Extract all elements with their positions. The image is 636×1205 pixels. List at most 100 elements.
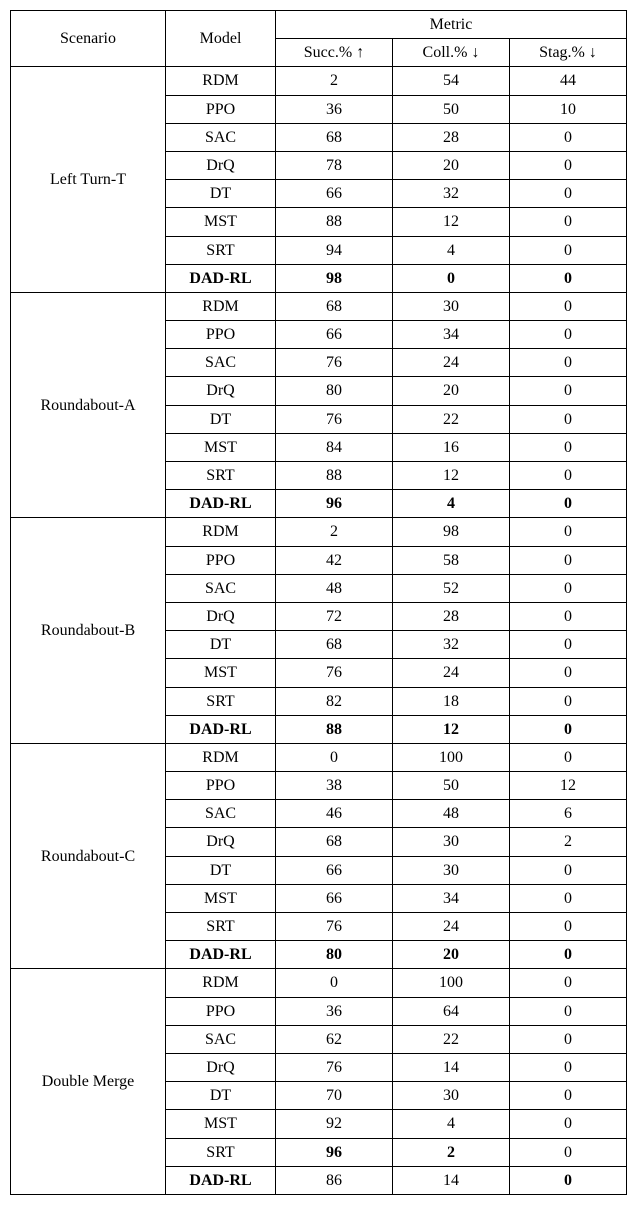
stag-cell: 0 [510, 659, 627, 687]
succ-cell: 76 [276, 913, 393, 941]
model-cell: PPO [166, 997, 276, 1025]
succ-cell: 94 [276, 236, 393, 264]
model-cell: SRT [166, 462, 276, 490]
succ-cell: 72 [276, 602, 393, 630]
stag-cell: 0 [510, 1082, 627, 1110]
table-row: Roundabout-ARDM68300 [11, 292, 627, 320]
succ-cell: 78 [276, 151, 393, 179]
stag-cell: 0 [510, 1166, 627, 1194]
coll-cell: 20 [393, 377, 510, 405]
header-model: Model [166, 11, 276, 67]
model-cell: RDM [166, 518, 276, 546]
coll-cell: 24 [393, 659, 510, 687]
succ-cell: 68 [276, 123, 393, 151]
succ-cell: 70 [276, 1082, 393, 1110]
header-scenario: Scenario [11, 11, 166, 67]
succ-cell: 80 [276, 377, 393, 405]
coll-cell: 34 [393, 321, 510, 349]
succ-cell: 48 [276, 574, 393, 602]
succ-cell: 86 [276, 1166, 393, 1194]
stag-cell: 0 [510, 264, 627, 292]
model-cell: DAD-RL [166, 715, 276, 743]
stag-cell: 0 [510, 1025, 627, 1053]
coll-cell: 20 [393, 151, 510, 179]
stag-cell: 0 [510, 602, 627, 630]
stag-cell: 12 [510, 772, 627, 800]
succ-cell: 68 [276, 828, 393, 856]
coll-cell: 16 [393, 433, 510, 461]
coll-cell: 14 [393, 1053, 510, 1081]
coll-cell: 24 [393, 913, 510, 941]
stag-cell: 0 [510, 574, 627, 602]
succ-cell: 36 [276, 95, 393, 123]
stag-cell: 0 [510, 405, 627, 433]
coll-cell: 54 [393, 67, 510, 95]
stag-cell: 0 [510, 208, 627, 236]
coll-cell: 4 [393, 490, 510, 518]
stag-cell: 0 [510, 997, 627, 1025]
coll-cell: 50 [393, 95, 510, 123]
stag-cell: 0 [510, 377, 627, 405]
coll-cell: 12 [393, 462, 510, 490]
model-cell: RDM [166, 969, 276, 997]
coll-cell: 30 [393, 292, 510, 320]
succ-cell: 42 [276, 546, 393, 574]
scenario-cell: Roundabout-C [11, 743, 166, 969]
stag-cell: 0 [510, 687, 627, 715]
succ-cell: 66 [276, 180, 393, 208]
succ-cell: 2 [276, 518, 393, 546]
scenario-cell: Roundabout-B [11, 518, 166, 744]
model-cell: DT [166, 856, 276, 884]
coll-cell: 30 [393, 1082, 510, 1110]
model-cell: DrQ [166, 602, 276, 630]
header-coll: Coll.% ↓ [393, 39, 510, 67]
model-cell: DT [166, 631, 276, 659]
stag-cell: 0 [510, 462, 627, 490]
succ-cell: 76 [276, 405, 393, 433]
stag-cell: 0 [510, 546, 627, 574]
stag-cell: 0 [510, 518, 627, 546]
model-cell: MST [166, 433, 276, 461]
model-cell: DrQ [166, 1053, 276, 1081]
model-cell: DT [166, 1082, 276, 1110]
model-cell: SAC [166, 800, 276, 828]
header-stag: Stag.% ↓ [510, 39, 627, 67]
stag-cell: 0 [510, 1110, 627, 1138]
coll-cell: 100 [393, 969, 510, 997]
stag-cell: 0 [510, 1053, 627, 1081]
stag-cell: 6 [510, 800, 627, 828]
model-cell: DT [166, 180, 276, 208]
model-cell: DT [166, 405, 276, 433]
stag-cell: 0 [510, 941, 627, 969]
results-table: Scenario Model Metric Succ.% ↑ Coll.% ↓ … [10, 10, 627, 1195]
succ-cell: 76 [276, 659, 393, 687]
model-cell: DAD-RL [166, 490, 276, 518]
coll-cell: 20 [393, 941, 510, 969]
coll-cell: 0 [393, 264, 510, 292]
table-row: Roundabout-CRDM01000 [11, 743, 627, 771]
succ-cell: 88 [276, 208, 393, 236]
coll-cell: 2 [393, 1138, 510, 1166]
succ-cell: 96 [276, 1138, 393, 1166]
stag-cell: 10 [510, 95, 627, 123]
model-cell: DrQ [166, 828, 276, 856]
coll-cell: 52 [393, 574, 510, 602]
coll-cell: 34 [393, 884, 510, 912]
succ-cell: 88 [276, 462, 393, 490]
scenario-cell: Left Turn-T [11, 67, 166, 293]
model-cell: SRT [166, 1138, 276, 1166]
coll-cell: 4 [393, 1110, 510, 1138]
coll-cell: 28 [393, 123, 510, 151]
stag-cell: 0 [510, 884, 627, 912]
coll-cell: 64 [393, 997, 510, 1025]
coll-cell: 30 [393, 828, 510, 856]
coll-cell: 4 [393, 236, 510, 264]
succ-cell: 84 [276, 433, 393, 461]
table-row: Left Turn-TRDM25444 [11, 67, 627, 95]
coll-cell: 12 [393, 208, 510, 236]
succ-cell: 2 [276, 67, 393, 95]
stag-cell: 0 [510, 1138, 627, 1166]
scenario-cell: Roundabout-A [11, 292, 166, 518]
succ-cell: 96 [276, 490, 393, 518]
model-cell: DrQ [166, 377, 276, 405]
